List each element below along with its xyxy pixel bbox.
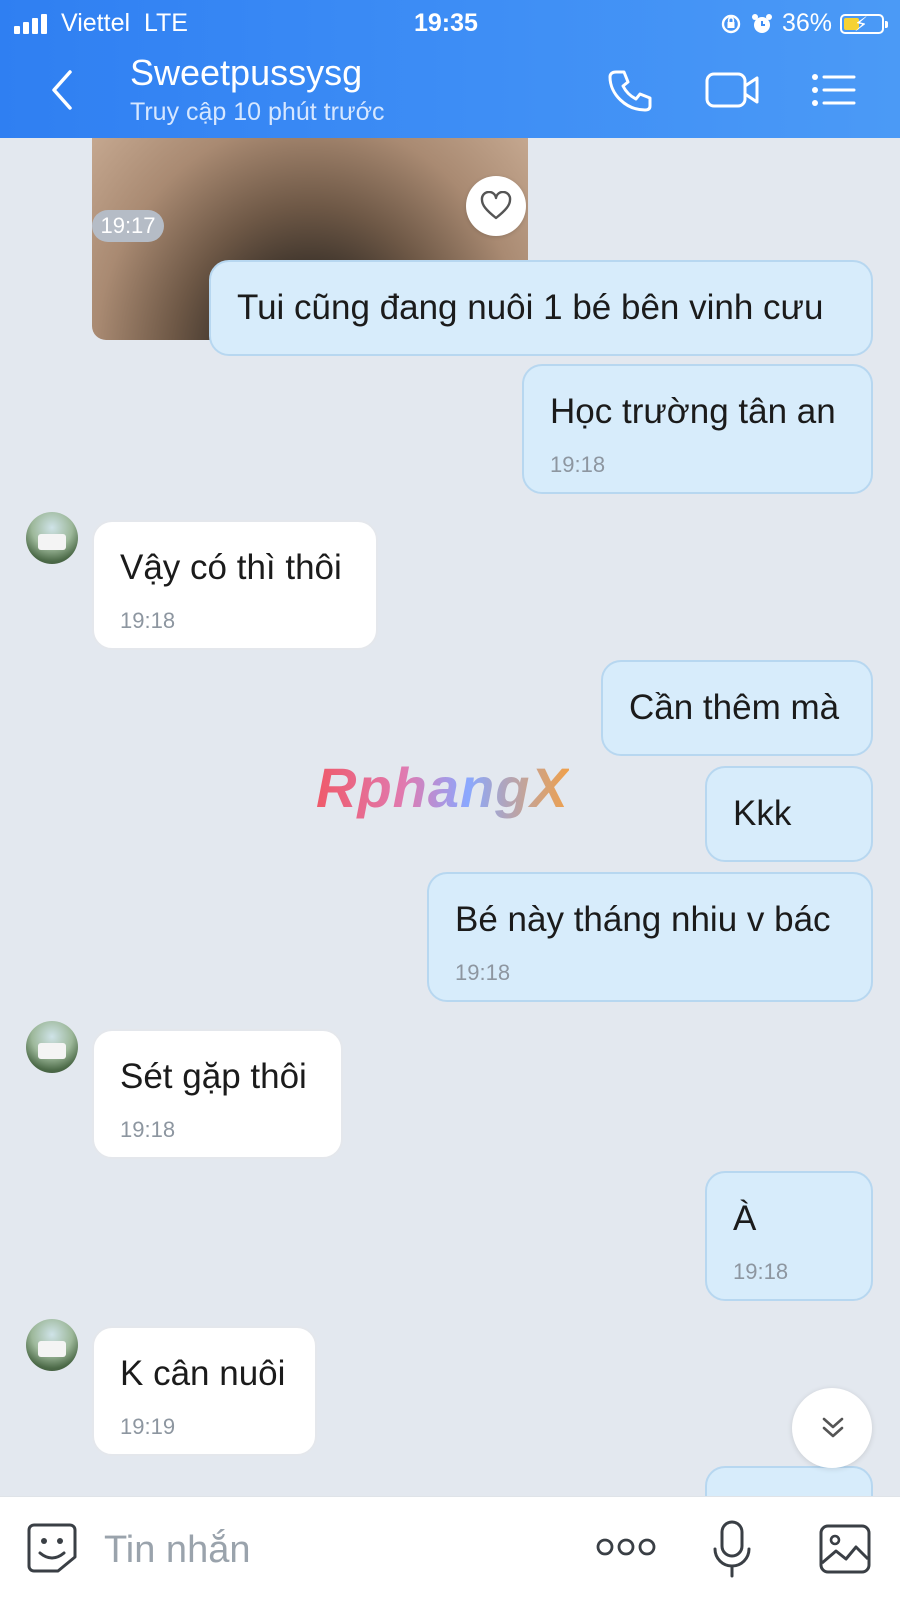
gallery-button[interactable] xyxy=(818,1523,872,1580)
message-text: Cần thêm mà xyxy=(629,688,840,727)
more-icon xyxy=(596,1538,656,1556)
back-button[interactable] xyxy=(44,68,84,112)
message-bubble-outgoing[interactable]: À 19:18 xyxy=(705,1171,873,1301)
message-text: K cân nuôi xyxy=(120,1354,286,1393)
video-call-icon xyxy=(705,72,759,108)
message-input[interactable]: Tin nhắn xyxy=(104,1529,250,1572)
image-icon xyxy=(819,1524,871,1574)
status-bar: Viettel LTE 19:35 36% ⚡ xyxy=(0,0,900,46)
message-time: 19:18 xyxy=(120,1117,176,1142)
phone-icon xyxy=(608,70,652,112)
message-time: 19:18 xyxy=(733,1259,789,1284)
menu-button[interactable] xyxy=(810,66,864,116)
battery-icon: ⚡ xyxy=(840,13,888,36)
menu-icon xyxy=(812,74,856,106)
message-text: Kkk xyxy=(733,794,792,833)
watermark: RphangX xyxy=(316,756,569,819)
message-text: Sét gặp thôi xyxy=(120,1057,307,1096)
message-text: Bé này tháng nhiu v bác xyxy=(455,900,831,939)
message-composer: Tin nhắn xyxy=(0,1496,900,1601)
heart-icon xyxy=(480,191,512,220)
status-time: 19:35 xyxy=(414,9,478,37)
battery-percent: 36% xyxy=(781,9,832,37)
message-time: 19:19 xyxy=(120,1414,176,1439)
chevron-double-down-icon xyxy=(822,1417,844,1438)
avatar[interactable] xyxy=(26,512,78,564)
message-bubble-incoming[interactable]: K cân nuôi 19:19 xyxy=(92,1326,317,1456)
message-bubble-incoming[interactable]: Vậy có thì thôi 19:18 xyxy=(92,520,378,650)
message-bubble-outgoing[interactable]: Cần thêm mà xyxy=(601,660,873,756)
message-text: Tui cũng đang nuôi 1 bé bên vinh cưu xyxy=(237,288,824,327)
microphone-icon xyxy=(713,1520,751,1578)
rotation-lock-icon xyxy=(721,14,741,33)
more-button[interactable] xyxy=(596,1535,656,1564)
video-call-button[interactable] xyxy=(704,66,759,116)
call-button[interactable] xyxy=(606,66,660,116)
message-time: 19:18 xyxy=(550,452,606,477)
contact-name[interactable]: Sweetpussysg xyxy=(130,52,362,94)
message-bubble-outgoing[interactable]: Kkk xyxy=(705,766,873,862)
signal-icon xyxy=(14,12,47,34)
message-time: 19:17 xyxy=(92,210,164,242)
message-bubble-outgoing[interactable]: Học trường tân an 19:18 xyxy=(522,364,873,494)
avatar[interactable] xyxy=(26,1021,78,1073)
scroll-to-bottom-button[interactable] xyxy=(792,1388,872,1468)
message-bubble-outgoing[interactable]: Bé này tháng nhiu v bác 19:18 xyxy=(427,872,873,1002)
message-time: 19:18 xyxy=(120,608,176,633)
message-time: 19:18 xyxy=(455,960,511,985)
message-bubble-outgoing[interactable]: Tui cũng đang nuôi 1 bé bên vinh cưu xyxy=(209,260,873,356)
avatar[interactable] xyxy=(26,1319,78,1371)
alarm-icon xyxy=(751,13,772,33)
message-text: Vậy có thì thôi xyxy=(120,548,342,587)
message-bubble-outgoing[interactable] xyxy=(705,1466,873,1496)
chat-header: Viettel LTE 19:35 36% ⚡ Sweetpussysg Tru… xyxy=(0,0,900,138)
voice-button[interactable] xyxy=(712,1519,752,1584)
react-button[interactable] xyxy=(466,176,526,236)
status-right: 36% ⚡ xyxy=(720,9,888,38)
message-list[interactable]: 19:17 Tui cũng đang nuôi 1 bé bên vinh c… xyxy=(0,138,900,1496)
message-bubble-incoming[interactable]: Sét gặp thôi 19:18 xyxy=(92,1029,343,1159)
back-icon xyxy=(52,70,72,110)
carrier-label: Viettel LTE xyxy=(61,9,188,37)
contact-status: Truy cập 10 phút trước xyxy=(130,98,385,126)
message-text: À xyxy=(733,1199,757,1238)
message-text: Học trường tân an xyxy=(550,392,836,431)
sticker-icon xyxy=(27,1523,77,1573)
sticker-button[interactable] xyxy=(26,1521,78,1580)
